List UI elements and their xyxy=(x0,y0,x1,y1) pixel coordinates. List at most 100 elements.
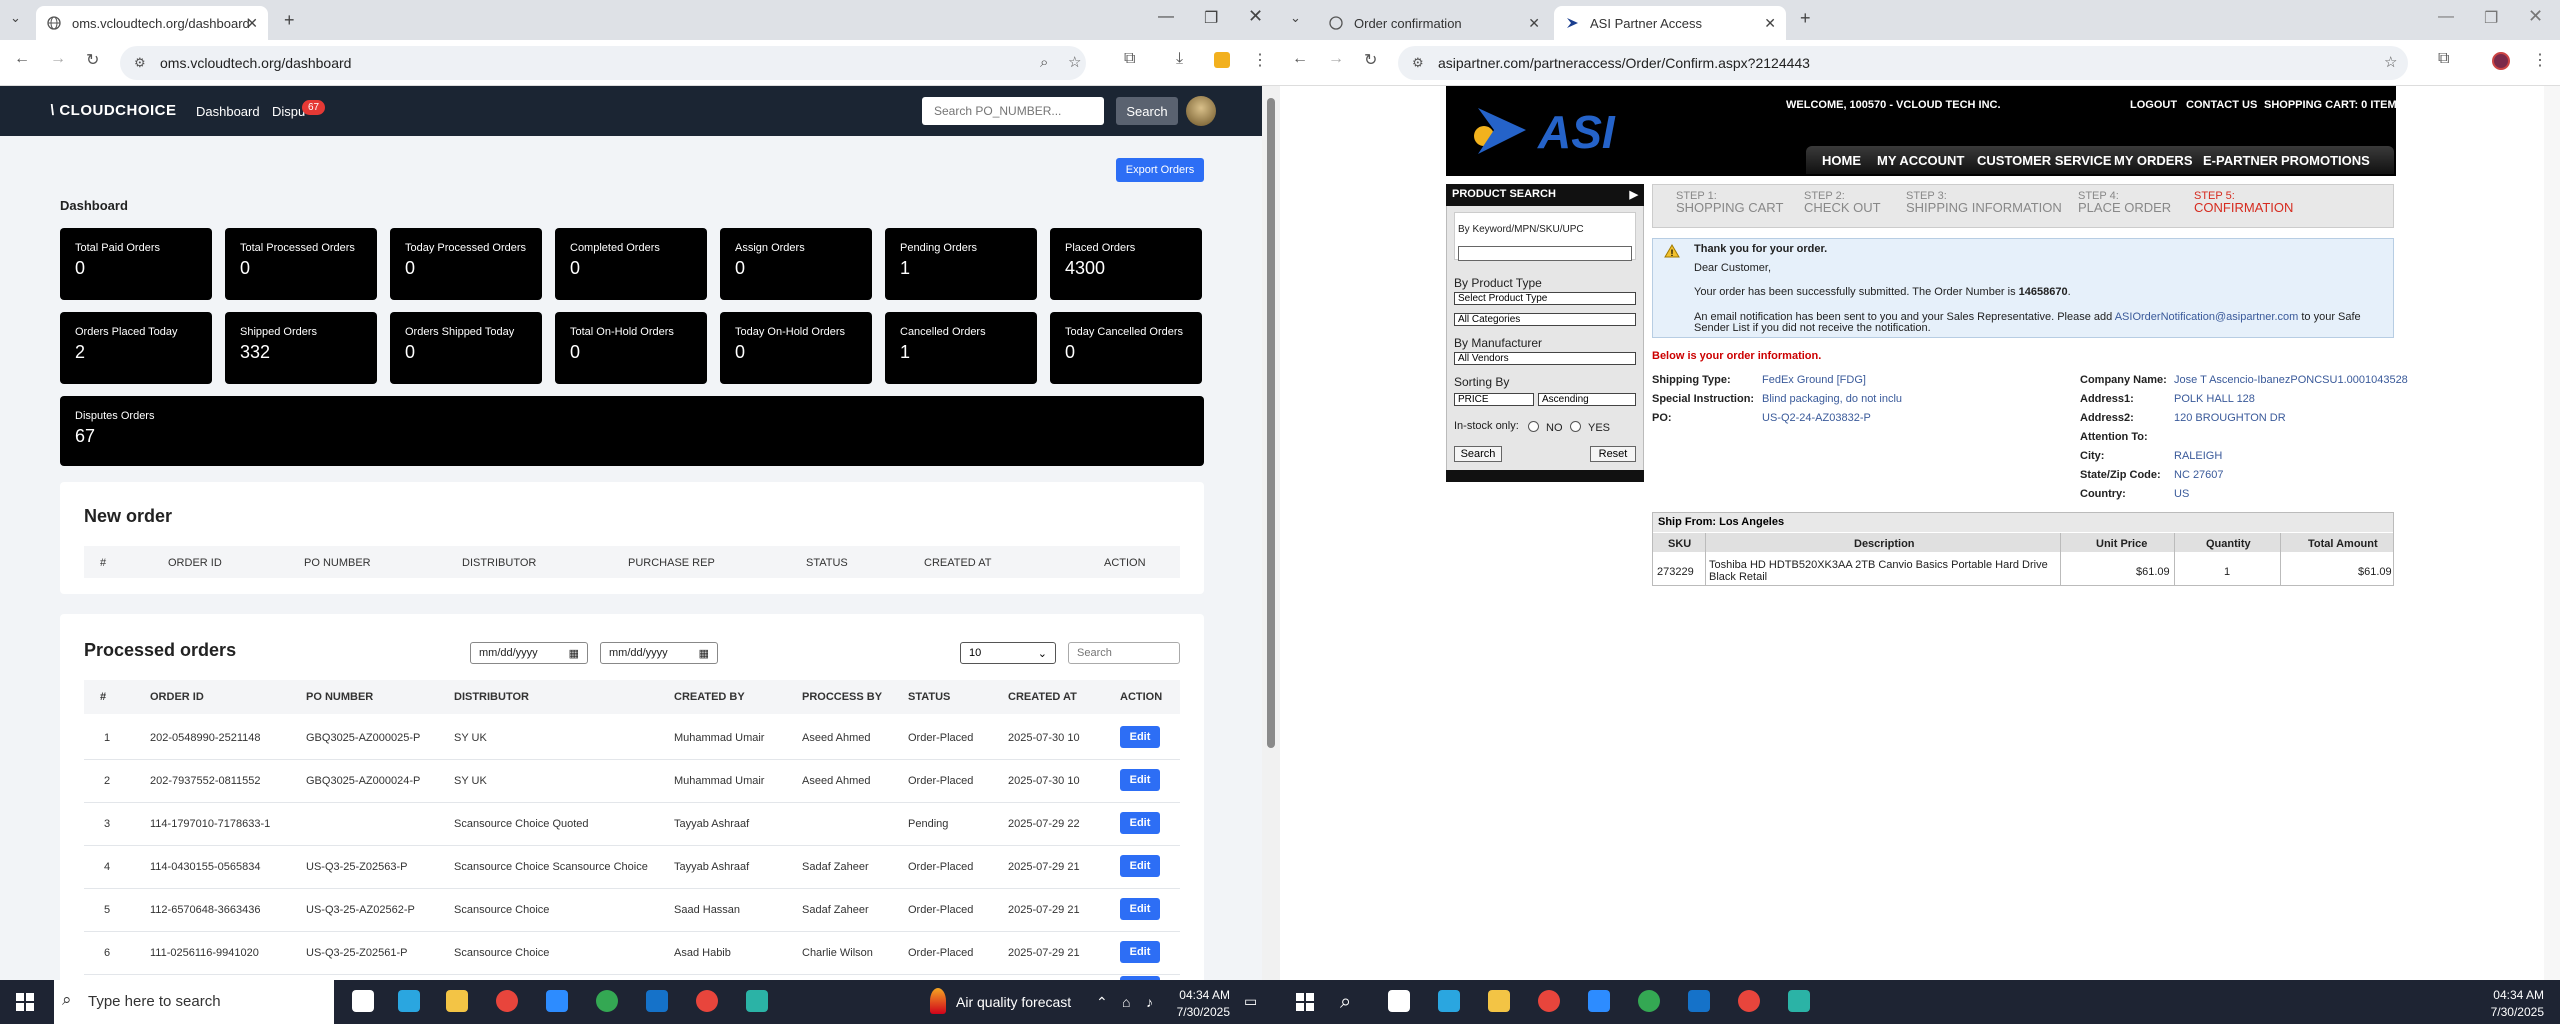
bookmark-star-icon[interactable]: ☆ xyxy=(2384,53,2397,71)
url-field[interactable]: ⚙ oms.vcloudtech.org/dashboard ⌕ ☆ xyxy=(120,46,1086,80)
category-select[interactable]: All Categories xyxy=(1454,313,1636,326)
cloudchoice-logo[interactable]: \ CLOUDCHOICE xyxy=(50,102,177,119)
instock-yes-radio[interactable] xyxy=(1570,421,1581,432)
nav-my-orders[interactable]: MY ORDERS xyxy=(2114,153,2193,168)
notification-email-link[interactable]: ASIOrderNotification@asipartner.com xyxy=(2115,311,2299,323)
url-field[interactable]: ⚙ asipartner.com/partneraccess/Order/Con… xyxy=(1398,46,2408,80)
task-view-icon[interactable] xyxy=(352,990,374,1012)
edit-button[interactable]: Edit xyxy=(1120,855,1160,877)
clock-time[interactable]: 04:34 AM xyxy=(2480,988,2544,1002)
stat-card[interactable]: Orders Shipped Today 0 xyxy=(390,312,542,384)
new-tab-icon[interactable]: + xyxy=(284,10,295,31)
asi-logo[interactable]: ASI xyxy=(1468,98,1668,162)
asi-reset-button[interactable]: Reset xyxy=(1590,446,1636,462)
extensions-icon[interactable]: ⧉ xyxy=(1124,50,1135,68)
site-info-icon[interactable]: ⚙ xyxy=(134,55,146,71)
weather-text[interactable]: Air quality forecast xyxy=(956,994,1071,1010)
windows-start-icon[interactable] xyxy=(16,993,34,1011)
stat-card[interactable]: Pending Orders 1 xyxy=(885,228,1037,300)
close-window-icon[interactable]: ✕ xyxy=(1248,6,1263,27)
minimize-icon[interactable]: — xyxy=(2438,8,2454,26)
forward-icon[interactable]: → xyxy=(50,50,66,68)
task-view-icon[interactable] xyxy=(1388,990,1410,1012)
logout-link[interactable]: LOGOUT xyxy=(2130,99,2177,111)
tab-search-chevron-icon[interactable]: ⌄ xyxy=(1290,10,1301,26)
clock-time[interactable]: 04:34 AM xyxy=(1170,988,1230,1002)
taskbar-search-box[interactable]: ⌕ Type here to search xyxy=(54,980,334,1024)
right-scrollbar[interactable] xyxy=(2544,86,2560,980)
edit-button[interactable]: Edit xyxy=(1120,941,1160,963)
chrome-icon[interactable] xyxy=(496,990,518,1012)
outlook-icon[interactable] xyxy=(646,990,668,1012)
chrome-icon[interactable] xyxy=(1538,990,1560,1012)
clock-date[interactable]: 7/30/2025 xyxy=(1170,1005,1230,1019)
shopping-cart-link[interactable]: SHOPPING CART: 0 ITEMS xyxy=(2264,99,2404,111)
contact-us-link[interactable]: CONTACT US xyxy=(2186,99,2257,111)
stat-card[interactable]: Orders Placed Today 2 xyxy=(60,312,212,384)
clock-date[interactable]: 7/30/2025 xyxy=(2480,1005,2544,1019)
app-icon[interactable] xyxy=(1788,990,1810,1012)
po-search-button[interactable]: Search xyxy=(1116,97,1178,125)
extensions-icon[interactable]: ⧉ xyxy=(2438,50,2449,68)
profile-avatar[interactable] xyxy=(2492,52,2510,70)
notification-icon[interactable]: ▭ xyxy=(1244,993,1257,1010)
app-icon[interactable] xyxy=(746,990,768,1012)
stat-card[interactable]: Assign Orders 0 xyxy=(720,228,872,300)
volume-icon[interactable]: ♪ xyxy=(1146,994,1153,1010)
reload-icon[interactable]: ↻ xyxy=(86,50,99,70)
back-icon[interactable]: ← xyxy=(1292,50,1308,68)
close-tab-icon[interactable]: ✕ xyxy=(1528,15,1540,32)
close-tab-icon[interactable]: ✕ xyxy=(246,15,258,32)
forward-icon[interactable]: → xyxy=(1328,50,1344,68)
page-size-select[interactable]: 10 ⌄ xyxy=(960,642,1056,664)
nav-customer-service[interactable]: CUSTOMER SERVICE xyxy=(1977,153,2112,168)
date-from-input[interactable]: mm/dd/yyyy ▦ xyxy=(470,642,588,664)
search-icon[interactable]: ⌕ xyxy=(1340,991,1351,1014)
sort-field-select[interactable]: PRICE xyxy=(1454,393,1534,406)
tray-chevron-icon[interactable]: ⌃ xyxy=(1096,994,1108,1011)
po-search-input[interactable] xyxy=(922,97,1104,125)
edit-button[interactable]: Edit xyxy=(1120,726,1160,748)
minimize-icon[interactable]: — xyxy=(1158,8,1174,26)
restore-icon[interactable]: ❐ xyxy=(2484,8,2498,28)
stat-card[interactable]: Total Processed Orders 0 xyxy=(225,228,377,300)
keyword-input[interactable] xyxy=(1458,246,1632,261)
restore-icon[interactable]: ❐ xyxy=(1204,8,1218,28)
user-avatar[interactable] xyxy=(1186,96,1216,126)
left-scrollbar-thumb[interactable] xyxy=(1267,98,1275,748)
edge-icon[interactable] xyxy=(398,990,420,1012)
product-type-select[interactable]: Select Product Type xyxy=(1454,292,1636,305)
edit-button[interactable]: Edit xyxy=(1120,769,1160,791)
stat-card-disputes[interactable]: Disputes Orders 67 xyxy=(60,396,1204,466)
edit-button[interactable]: Edit xyxy=(1120,898,1160,920)
zoom-icon[interactable]: ⌕ xyxy=(1040,54,1048,71)
edit-button[interactable]: Edit xyxy=(1120,812,1160,834)
menu-icon[interactable]: ⋮ xyxy=(1252,50,1268,70)
nav-promotions[interactable]: PROMOTIONS xyxy=(2281,153,2370,168)
chrome-icon[interactable] xyxy=(1738,990,1760,1012)
chrome-icon[interactable] xyxy=(1638,990,1660,1012)
zoom-icon[interactable] xyxy=(1588,990,1610,1012)
network-icon[interactable]: ⌂ xyxy=(1122,994,1130,1010)
download-icon[interactable]: ⤓ xyxy=(1176,50,1183,68)
back-icon[interactable]: ← xyxy=(14,50,30,68)
tab-oms-dashboard[interactable]: oms.vcloudtech.org/dashboard ✕ xyxy=(36,6,268,40)
vendor-select[interactable]: All Vendors xyxy=(1454,352,1636,365)
extension-icon[interactable] xyxy=(1214,52,1230,68)
stat-card[interactable]: Shipped Orders 332 xyxy=(225,312,377,384)
stat-card[interactable]: Today Processed Orders 0 xyxy=(390,228,542,300)
tab-search-chevron-icon[interactable]: ⌄ xyxy=(10,10,21,26)
sort-order-select[interactable]: Ascending xyxy=(1538,393,1636,406)
nav-my-account[interactable]: MY ACCOUNT xyxy=(1877,153,1964,168)
stat-card[interactable]: Cancelled Orders 1 xyxy=(885,312,1037,384)
edge-icon[interactable] xyxy=(1438,990,1460,1012)
close-tab-icon[interactable]: ✕ xyxy=(1764,15,1776,32)
stat-card[interactable]: Placed Orders 4300 xyxy=(1050,228,1202,300)
stat-card[interactable]: Completed Orders 0 xyxy=(555,228,707,300)
stat-card[interactable]: Total On-Hold Orders 0 xyxy=(555,312,707,384)
stat-card[interactable]: Today Cancelled Orders 0 xyxy=(1050,312,1202,384)
file-explorer-icon[interactable] xyxy=(446,990,468,1012)
zoom-icon[interactable] xyxy=(546,990,568,1012)
date-to-input[interactable]: mm/dd/yyyy ▦ xyxy=(600,642,718,664)
menu-icon[interactable]: ⋮ xyxy=(2532,50,2548,70)
